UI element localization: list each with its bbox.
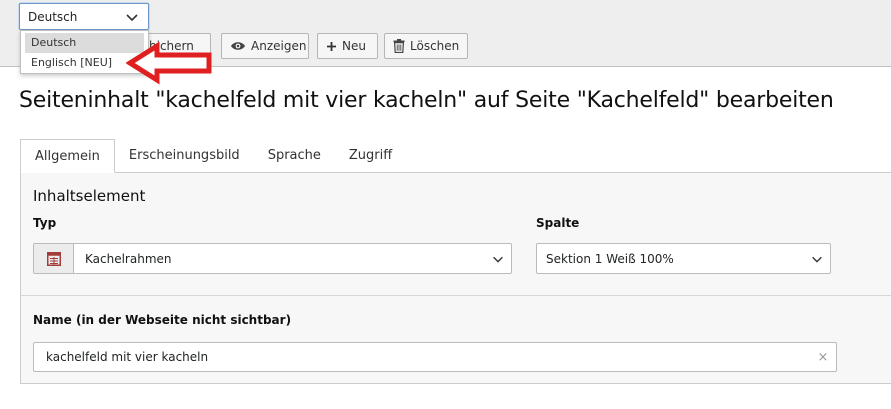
trash-icon (393, 39, 405, 53)
annotation-arrow (126, 42, 212, 85)
tab-general[interactable]: Allgemein (20, 139, 115, 173)
new-button[interactable]: Neu (317, 33, 378, 59)
page-title: Seiteninhalt "kachelfeld mit vier kachel… (19, 88, 834, 113)
delete-button-label: Löschen (410, 39, 460, 53)
tab-bar: Allgemein Erscheinungsbild Sprache Zugri… (20, 139, 406, 173)
type-select[interactable]: Kachelrahmen (33, 243, 512, 274)
tab-panel-general: Inhaltselement Typ Spalte Kachelrahmen S… (20, 172, 891, 384)
name-label: Name (in der Webseite nicht sichtbar) (33, 313, 292, 327)
tab-appearance[interactable]: Erscheinungsbild (115, 139, 254, 172)
view-button[interactable]: Anzeigen (221, 33, 309, 59)
tile-frame-icon (34, 244, 74, 273)
tab-language[interactable]: Sprache (254, 139, 335, 172)
column-label: Spalte (536, 216, 580, 230)
language-select[interactable]: Deutsch (19, 3, 149, 30)
tab-access[interactable]: Zugriff (335, 139, 406, 172)
name-input[interactable]: kachelfeld mit vier kacheln × (33, 342, 837, 372)
column-select-value: Sektion 1 Weiß 100% (546, 251, 674, 266)
view-button-label: Anzeigen (251, 39, 307, 53)
language-select-value: Deutsch (28, 9, 78, 24)
new-button-label: Neu (342, 39, 366, 53)
divider (21, 295, 891, 296)
chevron-down-icon (126, 13, 138, 21)
clear-icon[interactable]: × (810, 350, 836, 365)
name-input-value: kachelfeld mit vier kacheln (46, 350, 209, 364)
chevron-down-icon (485, 252, 511, 266)
type-label: Typ (33, 216, 57, 230)
chevron-down-icon (804, 252, 830, 266)
plus-icon (327, 41, 336, 51)
section-title: Inhaltselement (33, 187, 146, 205)
delete-button[interactable]: Löschen (384, 33, 468, 59)
column-select[interactable]: Sektion 1 Weiß 100% (536, 243, 831, 274)
type-select-value: Kachelrahmen (85, 251, 172, 266)
eye-icon (231, 42, 245, 50)
